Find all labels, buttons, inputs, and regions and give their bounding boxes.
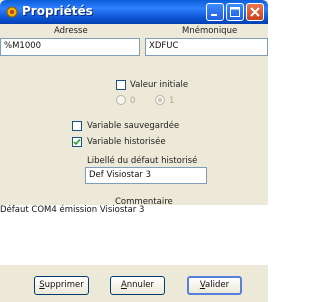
variable-historisee-checkbox[interactable] [72,137,82,147]
annuler-label: nnuler [126,280,155,290]
properties-window: Propriétés Adresse Mnémonique %M1000 XDF… [0,0,268,302]
radio-1-label: 1 [169,96,175,106]
variable-sauvegardee-checkbox[interactable] [72,121,82,131]
radio-dot [158,98,162,102]
window-title: Propriétés [22,4,93,18]
supprimer-label: upprimer [44,280,84,290]
title-bar[interactable]: Propriétés [0,0,268,24]
valeur-initiale-label: Valeur initiale [130,80,189,90]
adresse-field[interactable]: %M1000 [0,38,140,56]
radio-0-label: 0 [130,96,136,106]
variable-sauvegardee-label: Variable sauvegardée [87,121,180,131]
variable-historisee-label: Variable historisée [87,137,166,147]
supprimer-button[interactable]: Supprimer [34,276,89,295]
valider-label: alider [205,280,230,290]
adresse-label: Adresse [54,26,88,36]
maximize-icon [230,7,240,17]
commentaire-textarea[interactable]: Défaut COM4 émission Visiostar 3 [0,205,268,265]
annuler-button[interactable]: Annuler [110,276,165,295]
radio-1[interactable] [155,95,165,105]
mnemonique-label: Mnémonique [182,26,238,36]
libelle-label: Libellé du défaut historisé [87,156,198,166]
maximize-button[interactable] [226,3,244,21]
checkmark-icon [73,138,81,146]
mnemonique-field[interactable]: XDFUC [145,38,268,56]
valider-button[interactable]: Valider [187,276,242,295]
valeur-initiale-checkbox[interactable] [116,80,126,90]
libelle-field[interactable]: Def Visiostar 3 [85,167,207,184]
minimize-icon [211,14,217,16]
app-icon [6,6,18,18]
minimize-button[interactable] [206,3,224,21]
close-button[interactable] [246,3,264,21]
close-icon [250,7,260,17]
radio-0[interactable] [116,95,126,105]
